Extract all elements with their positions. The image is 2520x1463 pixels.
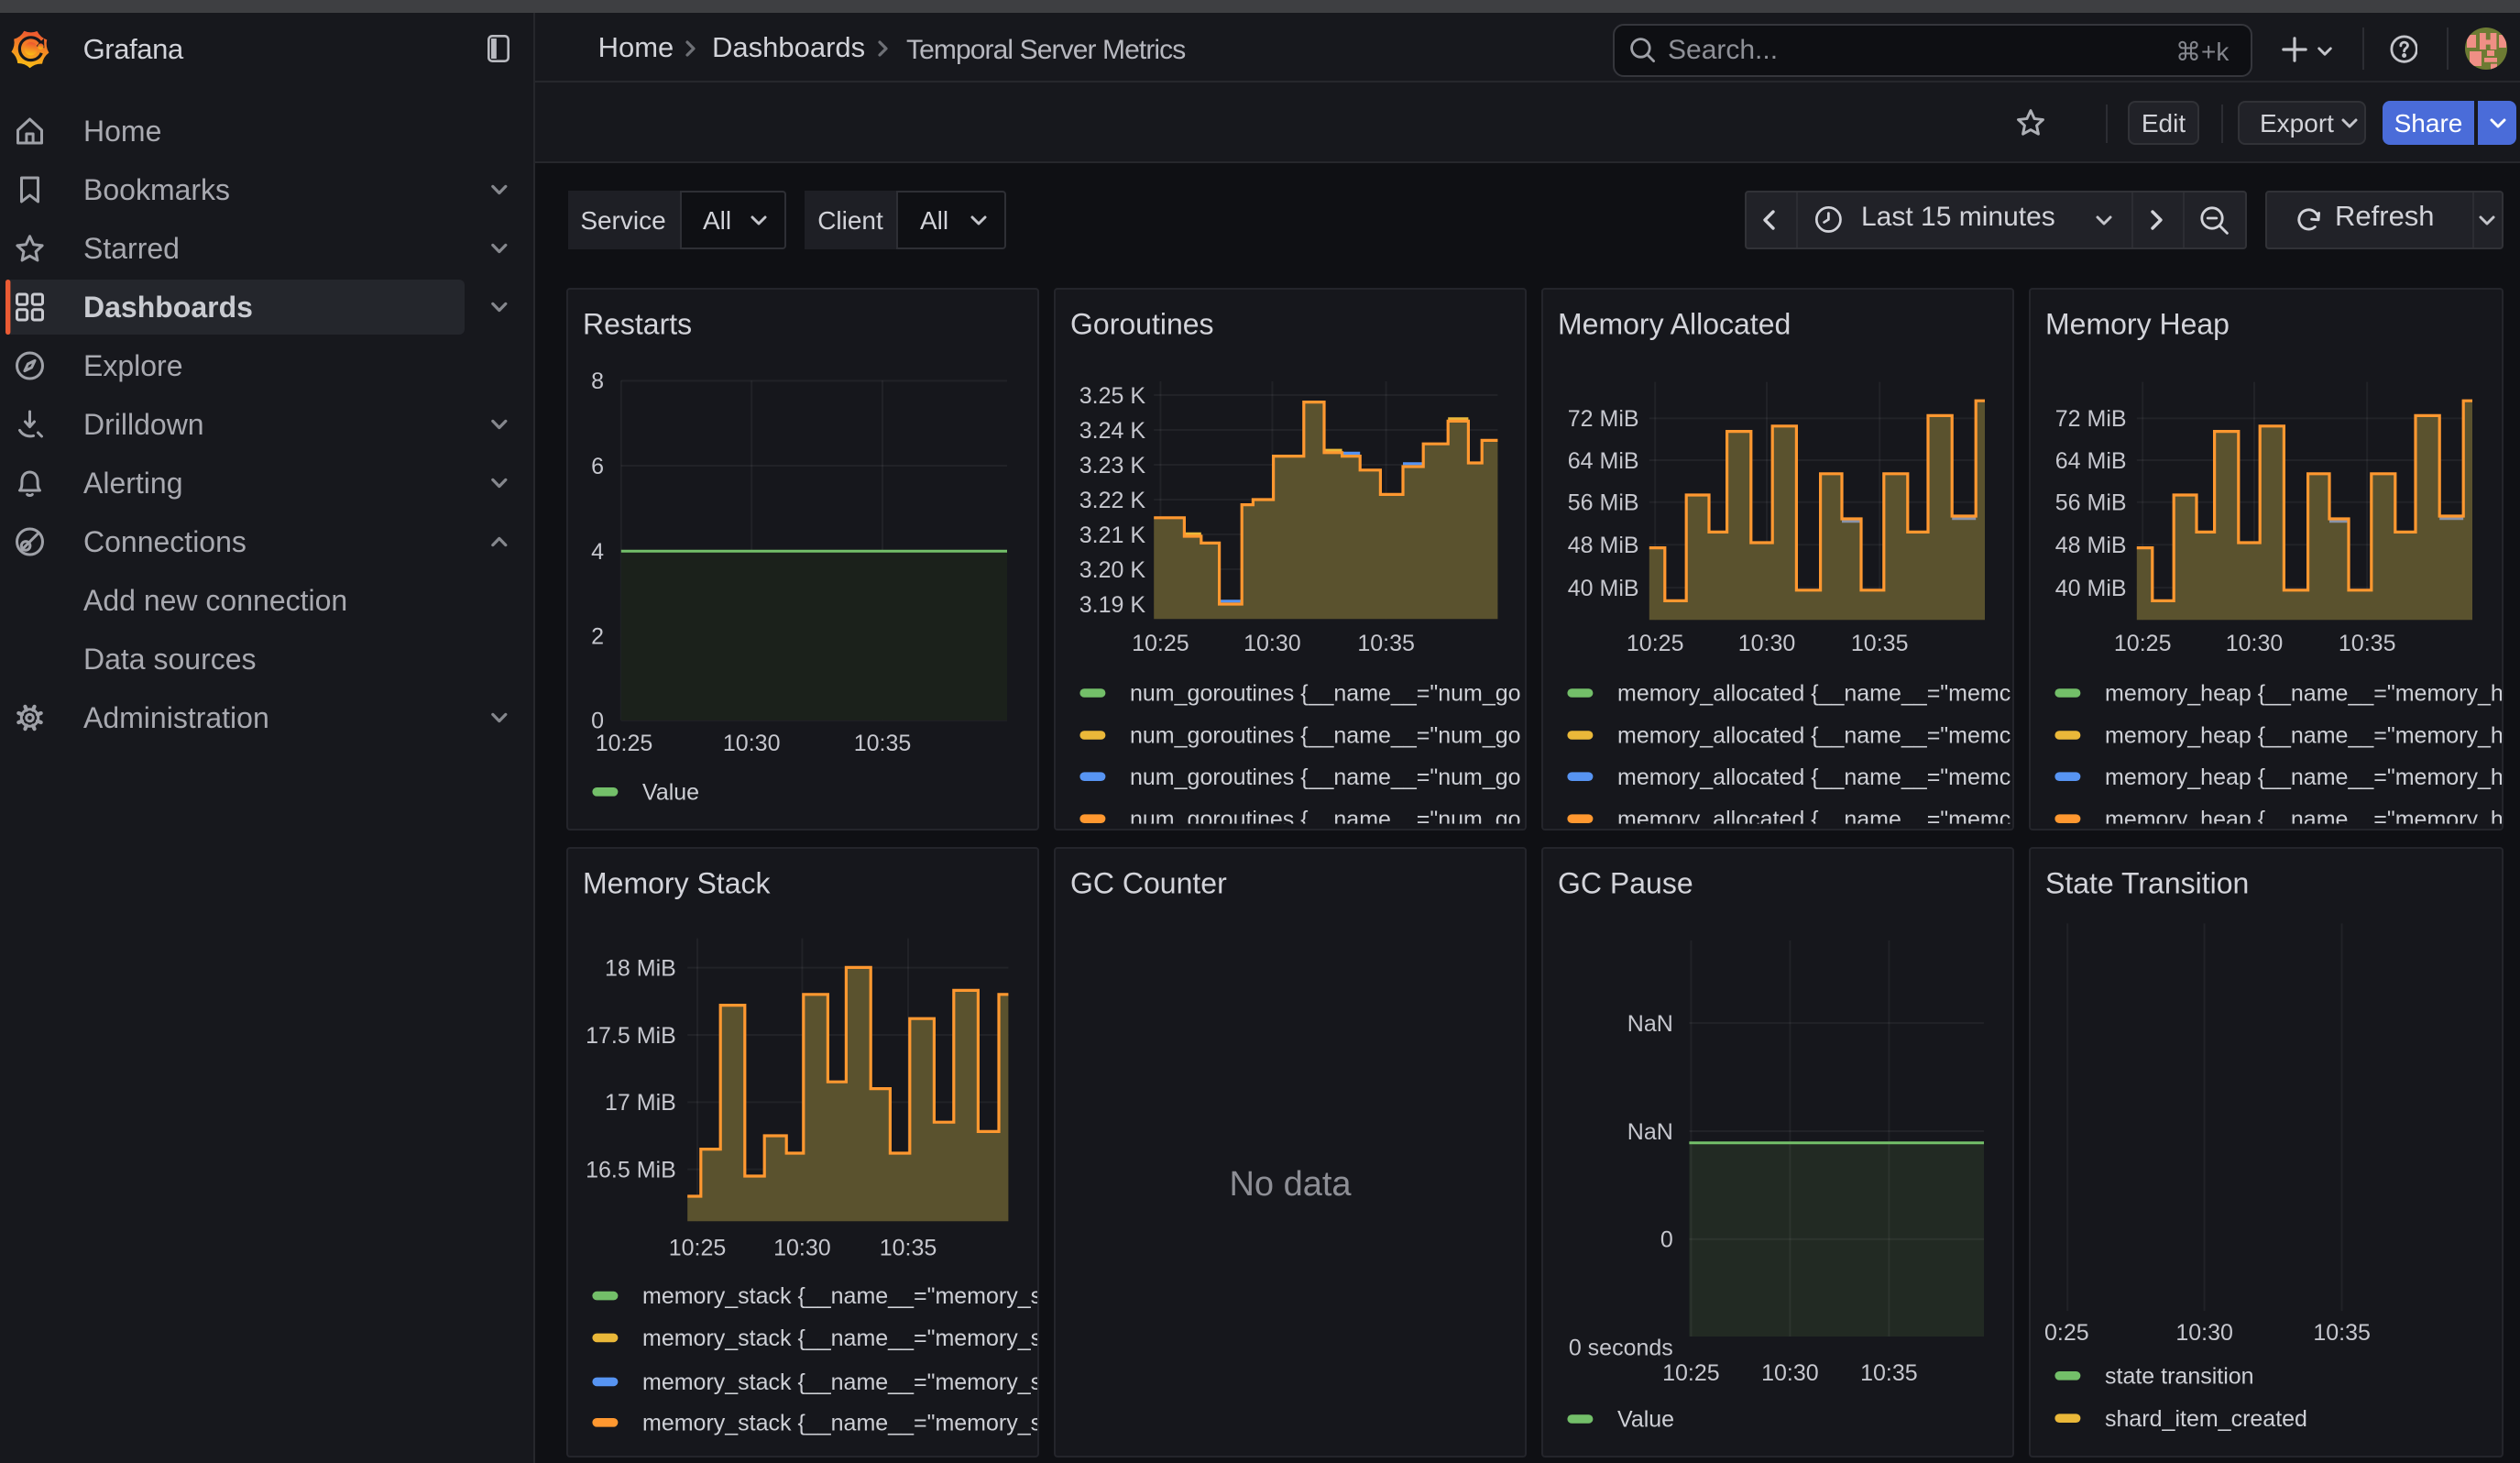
svg-text:0:25: 0:25 bbox=[2045, 1320, 2090, 1346]
svg-text:10:25: 10:25 bbox=[2114, 631, 2172, 656]
svg-text:10:25: 10:25 bbox=[668, 1236, 726, 1261]
svg-text:Value: Value bbox=[641, 779, 698, 805]
svg-text:10:35: 10:35 bbox=[1860, 1360, 1918, 1386]
svg-text:10:25: 10:25 bbox=[1627, 631, 1684, 656]
svg-text:Value: Value bbox=[1617, 1407, 1674, 1433]
svg-text:2: 2 bbox=[590, 623, 603, 649]
svg-text:10:30: 10:30 bbox=[2226, 631, 2284, 656]
svg-text:8: 8 bbox=[590, 368, 603, 394]
svg-text:40 MiB: 40 MiB bbox=[1568, 576, 1639, 601]
svg-text:10:35: 10:35 bbox=[2339, 631, 2396, 656]
svg-text:3.25 K: 3.25 K bbox=[1079, 383, 1145, 409]
svg-text:memory_heap {__name__="memory_: memory_heap {__name__="memory_h bbox=[2106, 681, 2504, 707]
svg-text:Add new connection: Add new connection bbox=[83, 584, 347, 617]
svg-text:72 MiB: 72 MiB bbox=[1568, 406, 1639, 432]
svg-text:Administration: Administration bbox=[83, 701, 269, 734]
svg-text:Home: Home bbox=[83, 115, 161, 148]
svg-text:10:25: 10:25 bbox=[595, 731, 652, 756]
svg-text:NaN: NaN bbox=[1627, 1011, 1673, 1037]
svg-text:memory_stack {__name__="memory: memory_stack {__name__="memory_s bbox=[641, 1370, 1039, 1395]
svg-text:10:35: 10:35 bbox=[879, 1236, 937, 1261]
svg-text:3.21 K: 3.21 K bbox=[1079, 522, 1145, 548]
svg-text:56 MiB: 56 MiB bbox=[2055, 490, 2127, 516]
svg-text:64 MiB: 64 MiB bbox=[1568, 448, 1639, 474]
svg-text:memory_stack {__name__="memory: memory_stack {__name__="memory_s bbox=[641, 1410, 1039, 1436]
svg-text:memory_heap {__name__="memory_: memory_heap {__name__="memory_h bbox=[2106, 723, 2504, 749]
svg-text:10:30: 10:30 bbox=[1738, 631, 1796, 656]
svg-text:3.23 K: 3.23 K bbox=[1079, 453, 1145, 478]
svg-text:Goroutines: Goroutines bbox=[1070, 308, 1214, 341]
svg-text:Explore: Explore bbox=[83, 349, 183, 382]
svg-text:10:35: 10:35 bbox=[853, 731, 911, 756]
svg-text:56 MiB: 56 MiB bbox=[1568, 490, 1639, 516]
svg-text:10:30: 10:30 bbox=[722, 731, 780, 756]
svg-text:18 MiB: 18 MiB bbox=[604, 955, 675, 981]
svg-text:3.24 K: 3.24 K bbox=[1079, 418, 1145, 444]
svg-text:memory_stack {__name__="memory: memory_stack {__name__="memory_s bbox=[641, 1326, 1039, 1351]
svg-text:10:30: 10:30 bbox=[1761, 1360, 1819, 1386]
svg-text:Memory Heap: Memory Heap bbox=[2046, 308, 2230, 341]
svg-text:6: 6 bbox=[590, 454, 603, 479]
svg-text:3.19 K: 3.19 K bbox=[1079, 592, 1145, 618]
svg-text:No data: No data bbox=[1229, 1165, 1352, 1204]
svg-text:10:35: 10:35 bbox=[2314, 1320, 2372, 1346]
svg-text:0: 0 bbox=[1660, 1227, 1673, 1253]
svg-text:10:35: 10:35 bbox=[1357, 631, 1415, 656]
svg-text:Data sources: Data sources bbox=[83, 643, 257, 676]
svg-text:16.5 MiB: 16.5 MiB bbox=[585, 1157, 675, 1182]
svg-text:Connections: Connections bbox=[83, 525, 247, 558]
svg-text:48 MiB: 48 MiB bbox=[2055, 533, 2127, 558]
svg-text:state transition: state transition bbox=[2106, 1363, 2255, 1389]
svg-text:3.22 K: 3.22 K bbox=[1079, 488, 1145, 513]
svg-text:10:30: 10:30 bbox=[772, 1236, 830, 1261]
svg-text:NaN: NaN bbox=[1627, 1119, 1673, 1145]
svg-text:10:30: 10:30 bbox=[2176, 1320, 2234, 1346]
svg-text:Memory Stack: Memory Stack bbox=[582, 867, 770, 900]
svg-text:memory_heap {__name__="memory_: memory_heap {__name__="memory_h bbox=[2106, 764, 2504, 790]
svg-text:64 MiB: 64 MiB bbox=[2055, 448, 2127, 474]
svg-text:10:25: 10:25 bbox=[1132, 631, 1189, 656]
svg-text:memory_allocated {__name__="me: memory_allocated {__name__="memc bbox=[1617, 681, 2011, 707]
svg-text:3.20 K: 3.20 K bbox=[1079, 557, 1145, 583]
svg-text:4: 4 bbox=[590, 539, 603, 565]
svg-text:Dashboards: Dashboards bbox=[83, 291, 253, 324]
svg-text:Restarts: Restarts bbox=[582, 308, 691, 341]
svg-text:memory_stack {__name__="memory: memory_stack {__name__="memory_s bbox=[641, 1283, 1039, 1309]
svg-text:0 seconds: 0 seconds bbox=[1569, 1335, 1673, 1360]
svg-text:shard_item_created: shard_item_created bbox=[2106, 1406, 2308, 1432]
svg-text:17 MiB: 17 MiB bbox=[604, 1090, 675, 1116]
svg-text:Alerting: Alerting bbox=[83, 467, 183, 500]
svg-text:Drilldown: Drilldown bbox=[83, 408, 204, 441]
svg-text:17.5 MiB: 17.5 MiB bbox=[585, 1023, 675, 1049]
svg-text:num_goroutines {__name__="num_: num_goroutines {__name__="num_go bbox=[1130, 723, 1521, 749]
svg-text:num_goroutines {__name__="num_: num_goroutines {__name__="num_go bbox=[1130, 681, 1521, 707]
svg-text:num_goroutines {__name__="num_: num_goroutines {__name__="num_go bbox=[1130, 764, 1521, 790]
svg-text:10:30: 10:30 bbox=[1244, 631, 1301, 656]
svg-text:GC Counter: GC Counter bbox=[1070, 867, 1227, 900]
svg-text:Memory Allocated: Memory Allocated bbox=[1558, 308, 1791, 341]
svg-text:State Transition: State Transition bbox=[2046, 867, 2250, 900]
svg-text:40 MiB: 40 MiB bbox=[2055, 576, 2127, 601]
svg-text:Starred: Starred bbox=[83, 232, 180, 265]
svg-text:memory_allocated {__name__="me: memory_allocated {__name__="memc bbox=[1617, 764, 2011, 790]
svg-text:10:25: 10:25 bbox=[1662, 1360, 1720, 1386]
svg-text:10:35: 10:35 bbox=[1851, 631, 1909, 656]
svg-text:memory_allocated {__name__="me: memory_allocated {__name__="memc bbox=[1617, 723, 2011, 749]
svg-text:GC Pause: GC Pause bbox=[1558, 867, 1693, 900]
svg-text:Bookmarks: Bookmarks bbox=[83, 173, 230, 206]
svg-text:72 MiB: 72 MiB bbox=[2055, 406, 2127, 432]
svg-text:48 MiB: 48 MiB bbox=[1568, 533, 1639, 558]
